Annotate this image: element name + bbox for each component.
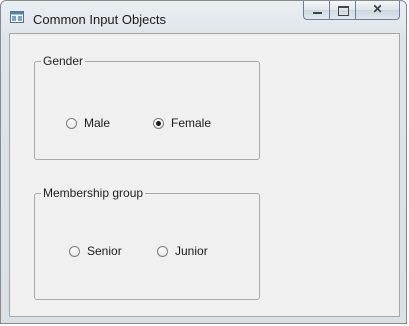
maximize-button[interactable] — [330, 1, 356, 20]
radio-senior-circle[interactable] — [69, 245, 80, 257]
radio-female[interactable]: Female — [153, 116, 211, 130]
radio-female-circle[interactable] — [153, 117, 164, 129]
close-icon: ✕ — [372, 2, 383, 16]
form-icon — [10, 11, 24, 23]
radio-female-label[interactable]: Female — [171, 116, 211, 130]
membership-group: Membership group Senior Junior — [34, 186, 260, 300]
radio-senior-label[interactable]: Senior — [87, 244, 122, 258]
caption-buttons: ✕ — [303, 1, 400, 21]
app-window: Common Input Objects ✕ Gender Male Femal… — [0, 0, 407, 324]
minimize-button[interactable] — [303, 1, 330, 20]
minimize-icon — [313, 12, 322, 14]
title-bar[interactable]: Common Input Objects ✕ — [1, 1, 406, 31]
radio-male-label[interactable]: Male — [84, 116, 110, 130]
gender-group-legend: Gender — [43, 54, 84, 68]
radio-senior[interactable]: Senior — [69, 244, 122, 258]
radio-male-circle[interactable] — [66, 117, 77, 129]
radio-male[interactable]: Male — [66, 116, 110, 130]
gender-group: Gender Male Female — [34, 54, 260, 160]
maximize-icon — [338, 6, 349, 16]
membership-group-legend: Membership group — [43, 186, 144, 200]
radio-junior[interactable]: Junior — [157, 244, 208, 258]
close-button[interactable]: ✕ — [356, 1, 400, 20]
window-title: Common Input Objects — [33, 12, 166, 27]
form-client-area: Gender Male Female Membership group Seni… — [9, 33, 400, 317]
radio-junior-circle[interactable] — [157, 245, 168, 257]
radio-junior-label[interactable]: Junior — [175, 244, 208, 258]
